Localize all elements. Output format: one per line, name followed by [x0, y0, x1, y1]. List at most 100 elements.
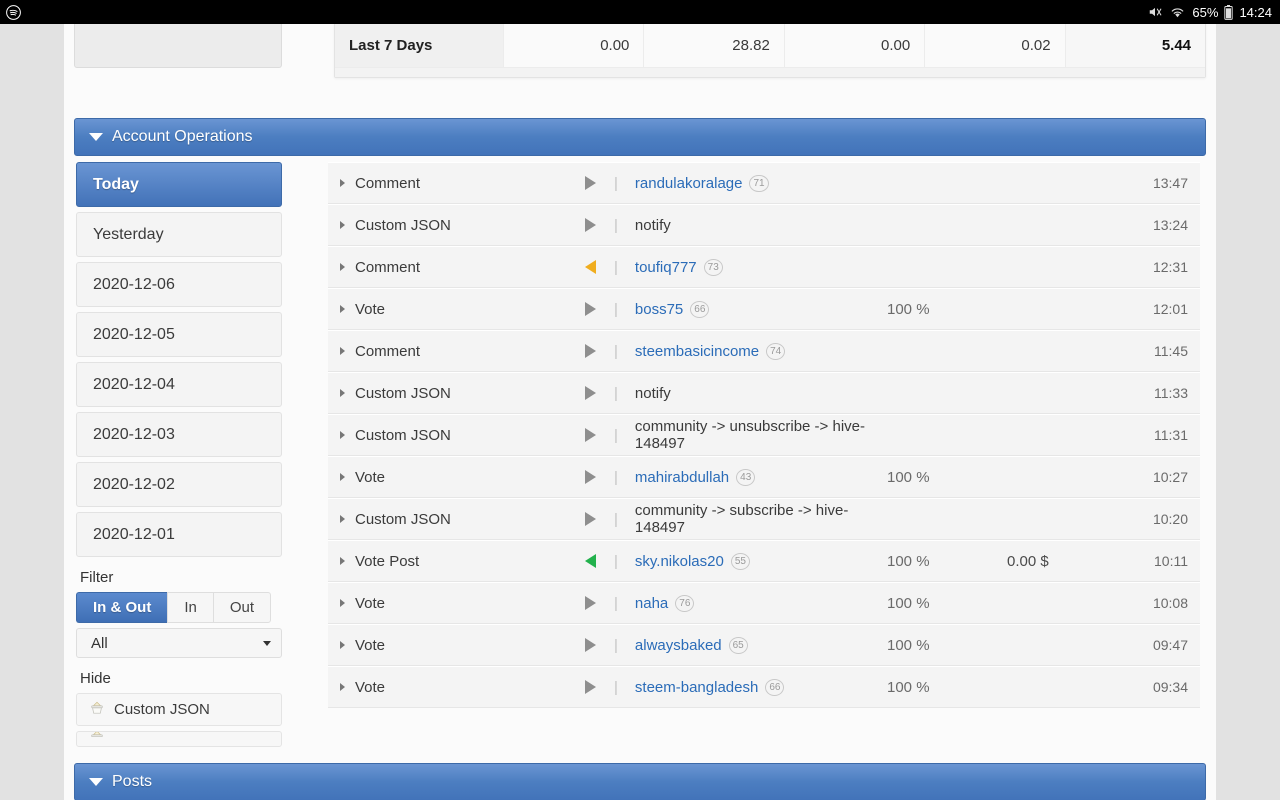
account-link[interactable]: mahirabdullah	[635, 469, 729, 486]
operation-row[interactable]: Comment | toufiq777 73 12:31	[328, 246, 1200, 288]
operation-time-cell: 13:24	[1152, 217, 1188, 233]
account-link[interactable]: steem-bangladesh	[635, 679, 758, 696]
operation-time-cell: 12:01	[1152, 301, 1188, 317]
operation-type-label: Vote	[355, 468, 386, 486]
chevron-right-icon[interactable]	[340, 263, 345, 271]
operation-row[interactable]: Vote | steem-bangladesh 66 100 % 09:34	[328, 666, 1200, 708]
chevron-right-icon[interactable]	[340, 389, 345, 397]
operation-type-cell: Custom JSON	[328, 217, 570, 234]
outgoing-triangle-icon	[584, 218, 596, 232]
day-item-label: 2020-12-06	[93, 275, 175, 293]
chevron-down-icon	[89, 778, 103, 786]
operation-row[interactable]: Vote | alwaysbaked 65 100 % 09:47	[328, 624, 1200, 666]
day-item-2020-12-03[interactable]: 2020-12-03	[76, 412, 282, 457]
outgoing-triangle-icon	[584, 680, 596, 694]
chevron-down-icon	[263, 640, 271, 646]
chevron-down-icon	[89, 133, 103, 141]
account-link[interactable]: sky.nikolas20	[635, 553, 724, 570]
day-item-2020-12-04[interactable]: 2020-12-04	[76, 362, 282, 407]
day-item-2020-12-06[interactable]: 2020-12-06	[76, 262, 282, 307]
operation-row[interactable]: Vote | boss75 66 100 % 12:01	[328, 288, 1200, 330]
chevron-right-icon[interactable]	[340, 557, 345, 565]
day-item-label: 2020-12-04	[93, 375, 175, 393]
reputation-badge: 66	[765, 678, 785, 696]
account-operations-header[interactable]: Account Operations	[74, 118, 1206, 156]
chevron-right-icon[interactable]	[340, 641, 345, 649]
operation-type-cell: Vote	[328, 301, 570, 318]
operation-row[interactable]: Custom JSON | notify 13:24	[328, 204, 1200, 246]
chevron-right-icon[interactable]	[340, 431, 345, 439]
chevron-right-icon[interactable]	[340, 347, 345, 355]
operation-direction-cell	[570, 512, 610, 526]
operation-row[interactable]: Comment | steembasicincome 74 11:45	[328, 330, 1200, 372]
operations-sidebar: Today Yesterday 2020-12-06 2020-12-05 2020-1…	[74, 162, 282, 747]
hide-item-custom-json[interactable]: Custom JSON	[76, 693, 282, 726]
operation-percent-cell: 100 %	[887, 552, 930, 570]
day-item-today[interactable]: Today	[76, 162, 282, 207]
operation-direction-cell	[570, 638, 610, 652]
chevron-right-icon[interactable]	[340, 515, 345, 523]
operation-type-cell: Custom JSON	[328, 385, 570, 402]
operations-list: Comment | randulakoralage 71 13:47 Custom JSO…	[328, 162, 1206, 747]
day-item-2020-12-02[interactable]: 2020-12-02	[76, 462, 282, 507]
posts-header[interactable]: Posts	[74, 763, 1206, 800]
chevron-right-icon[interactable]	[340, 599, 345, 607]
operation-type-select-value: All	[91, 634, 108, 652]
operation-row[interactable]: Vote Post | sky.nikolas20 55 100 % 0.00 $ 10:1…	[328, 540, 1200, 582]
account-link[interactable]: toufiq777	[635, 259, 697, 276]
top-widgets-strip: Last 7 Days 0.00 28.82 0.00 0.02 5.44	[64, 24, 1216, 118]
day-item-2020-12-05[interactable]: 2020-12-05	[76, 312, 282, 357]
account-link[interactable]: boss75	[635, 301, 683, 318]
summary-total: 5.44	[1064, 24, 1206, 67]
account-link[interactable]: steembasicincome	[635, 343, 759, 360]
operation-direction-cell	[570, 386, 610, 400]
in-out-filter-group: In & Out In Out	[76, 592, 282, 623]
operation-detail-text: notify	[634, 384, 671, 402]
chevron-right-icon[interactable]	[340, 221, 345, 229]
day-item-2020-12-01[interactable]: 2020-12-01	[76, 512, 282, 557]
operation-row[interactable]: Custom JSON | community -> subscribe -> hi…	[328, 498, 1200, 540]
outgoing-triangle-icon	[584, 344, 596, 358]
day-item-label: 2020-12-01	[93, 525, 175, 543]
chevron-right-icon[interactable]	[340, 179, 345, 187]
operation-row[interactable]: Custom JSON | community -> unsubscribe -> …	[328, 414, 1200, 456]
account-link[interactable]: randulakoralage	[635, 175, 743, 192]
day-item-label: 2020-12-05	[93, 325, 175, 343]
basket-icon	[89, 732, 105, 746]
operation-type-cell: Comment	[328, 175, 570, 192]
filter-in-button[interactable]: In	[167, 592, 213, 623]
operation-row[interactable]: Comment | randulakoralage 71 13:47	[328, 162, 1200, 204]
operation-target-cell: | notify	[610, 217, 887, 234]
outgoing-triangle-icon	[584, 386, 596, 400]
operation-type-cell: Comment	[328, 343, 570, 360]
summary-table: Last 7 Days 0.00 28.82 0.00 0.02 5.44	[334, 24, 1206, 78]
operation-row[interactable]: Custom JSON | notify 11:33	[328, 372, 1200, 414]
outgoing-triangle-icon	[584, 638, 596, 652]
operation-type-label: Comment	[355, 174, 421, 192]
operation-target-cell: | steem-bangladesh 66	[610, 678, 887, 696]
chevron-right-icon[interactable]	[340, 473, 345, 481]
operation-row[interactable]: Vote | mahirabdullah 43 100 % 10:27	[328, 456, 1200, 498]
day-item-yesterday[interactable]: Yesterday	[76, 212, 282, 257]
operation-time-cell: 09:47	[1152, 637, 1188, 653]
divider: |	[614, 300, 618, 318]
operation-direction-cell	[570, 176, 610, 190]
operation-row[interactable]: Vote | naha 76 100 % 10:08	[328, 582, 1200, 624]
operation-time-cell: 12:31	[1152, 259, 1188, 275]
filter-section-title: Filter	[80, 569, 114, 586]
outgoing-triangle-icon	[584, 512, 596, 526]
divider: |	[614, 594, 618, 612]
operation-direction-cell	[570, 302, 610, 316]
account-link[interactable]: naha	[635, 595, 668, 612]
operation-time-cell: 09:34	[1152, 679, 1188, 695]
operation-percent-cell: 100 %	[887, 678, 930, 696]
operation-type-select[interactable]: All	[76, 628, 282, 658]
operation-type-label: Custom JSON	[355, 216, 451, 234]
account-link[interactable]: alwaysbaked	[635, 637, 722, 654]
outgoing-triangle-icon	[584, 428, 596, 442]
filter-in-and-out-button[interactable]: In & Out	[76, 592, 168, 623]
chevron-right-icon[interactable]	[340, 683, 345, 691]
chevron-right-icon[interactable]	[340, 305, 345, 313]
hide-item-clipped[interactable]	[76, 731, 282, 747]
filter-out-button[interactable]: Out	[212, 592, 272, 623]
